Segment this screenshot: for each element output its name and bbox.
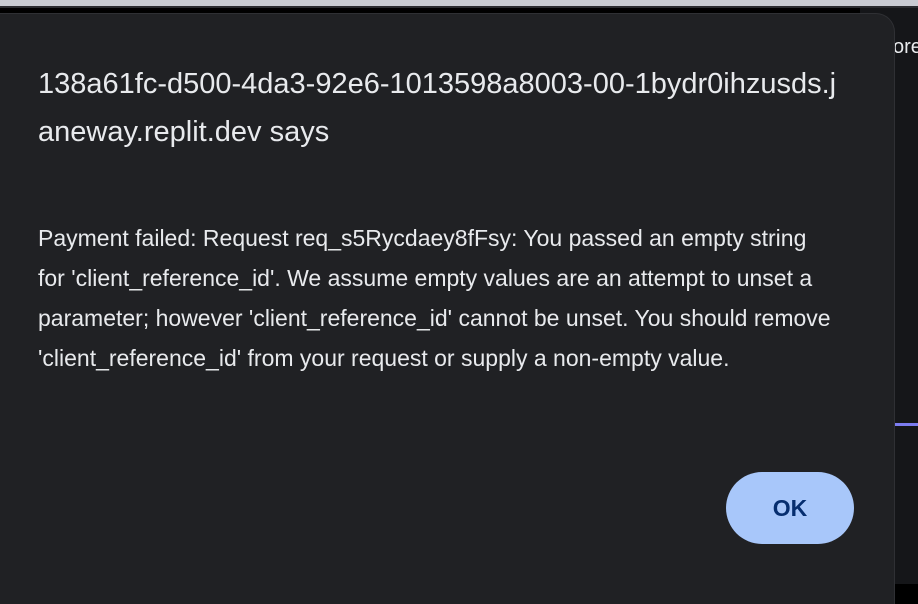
browser-top-divider [0,6,918,8]
dialog-title: 138a61fc-d500-4da3-92e6-1013598a8003-00-… [38,68,837,148]
background-accent-line [895,423,918,426]
ok-button[interactable]: OK [726,472,854,544]
background-partial-text: ore [893,36,918,58]
dialog-message: Payment failed: Request req_s5Rycdaey8fF… [38,225,831,371]
